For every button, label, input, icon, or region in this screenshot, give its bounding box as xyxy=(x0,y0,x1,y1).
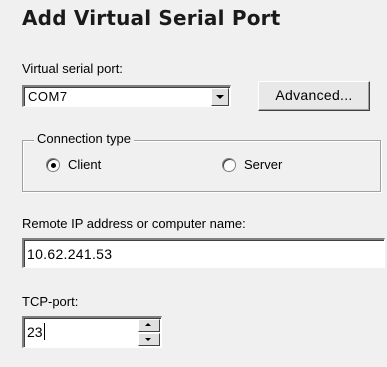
chevron-down-icon xyxy=(216,95,224,99)
virtual-port-select[interactable]: COM7 xyxy=(22,85,231,107)
radio-server-label: Server xyxy=(244,157,283,172)
spin-down-button[interactable] xyxy=(138,333,160,346)
radio-selected-dot xyxy=(51,162,56,168)
tcp-port-value: 23 xyxy=(27,324,43,340)
virtual-port-value: COM7 xyxy=(28,89,68,104)
connection-type-legend: Connection type xyxy=(34,131,134,146)
advanced-button[interactable]: Advanced... xyxy=(258,81,370,111)
text-caret xyxy=(44,323,45,340)
remote-address-label: Remote IP address or computer name: xyxy=(22,216,246,231)
radio-button-icon xyxy=(46,157,60,172)
spin-up-button[interactable] xyxy=(138,319,160,332)
radio-server[interactable]: Server xyxy=(222,157,282,172)
dialog-title: Add Virtual Serial Port xyxy=(22,6,281,30)
tcp-port-stepper[interactable]: 23 xyxy=(22,316,162,348)
virtual-port-label: Virtual serial port: xyxy=(22,61,123,76)
radio-button-icon xyxy=(222,157,236,172)
radio-client[interactable]: Client xyxy=(46,157,101,172)
chevron-up-icon xyxy=(145,323,151,326)
dropdown-button[interactable] xyxy=(211,88,229,106)
remote-address-input[interactable]: 10.62.241.53 xyxy=(22,238,385,268)
tcp-port-label: TCP-port: xyxy=(22,294,79,309)
remote-address-value: 10.62.241.53 xyxy=(27,246,113,262)
chevron-down-icon xyxy=(145,338,151,341)
radio-client-label: Client xyxy=(68,157,102,172)
